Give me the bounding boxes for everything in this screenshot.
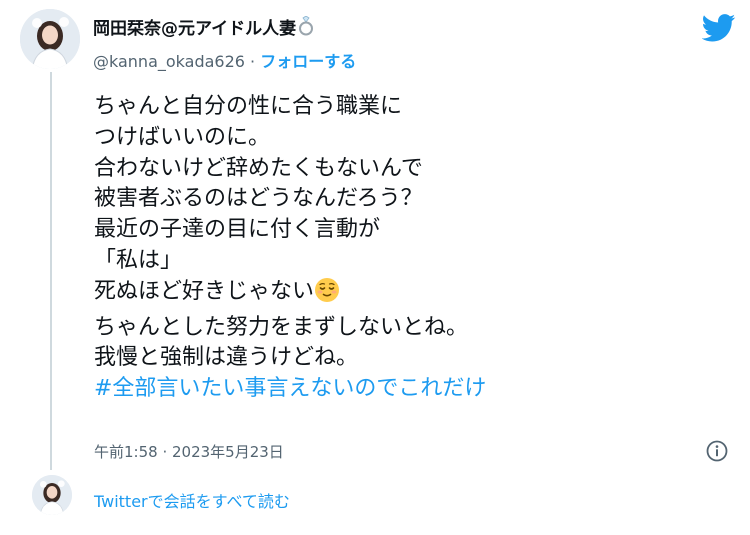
- thread-connector-line: [50, 72, 52, 470]
- author-avatar[interactable]: [20, 9, 80, 69]
- avatar-photo: [20, 9, 80, 69]
- tweet-timestamp[interactable]: 午前1:58 · 2023年5月23日: [94, 441, 284, 462]
- twitter-bird-icon[interactable]: [701, 14, 736, 46]
- tweet-line: ちゃんと自分の性に合う職業に: [94, 94, 403, 119]
- author-display-name[interactable]: 岡田栞奈@元アイドル人妻: [93, 14, 314, 41]
- avatar-photo-small: [32, 475, 72, 515]
- tweet-line: ちゃんとした努力をまずしないとね。: [94, 314, 469, 340]
- handle-row: @kanna_okada626 · フォローする: [93, 48, 356, 72]
- tweet-text: ちゃんと自分の性に合う職業に つけばいいのに。 合わないけど辞めたくもないんで …: [94, 92, 486, 405]
- author-handle[interactable]: @kanna_okada626: [93, 52, 245, 71]
- hashtag-link[interactable]: #全部言いたい事言えないのでこれだけ: [94, 376, 486, 401]
- info-icon[interactable]: [706, 440, 728, 466]
- ring-icon: [298, 15, 314, 41]
- tweet-line: 我慢と強制は違うけどね。: [94, 345, 359, 371]
- tweet-line: 最近の子達の目に付く言動が: [94, 217, 381, 243]
- separator-dot: ·: [250, 52, 256, 71]
- display-name-text[interactable]: 岡田栞奈@元アイドル人妻: [93, 19, 296, 39]
- read-conversation-link[interactable]: Twitterで会話をすべて読む: [94, 488, 290, 512]
- relieved-face-emoji: [314, 277, 340, 313]
- follow-button[interactable]: フォローする: [260, 52, 356, 71]
- tweet-line: 合わないけど辞めたくもないんで: [94, 155, 423, 181]
- tweet-line: 被害者ぶるのはどうなんだろう？: [94, 186, 423, 212]
- tweet-line: 「私は」: [94, 247, 183, 273]
- tweet-line: つけばいいのに。: [94, 124, 271, 150]
- tweet-line: 死ぬほど好きじゃない: [94, 278, 315, 304]
- author-avatar-small[interactable]: [32, 475, 72, 515]
